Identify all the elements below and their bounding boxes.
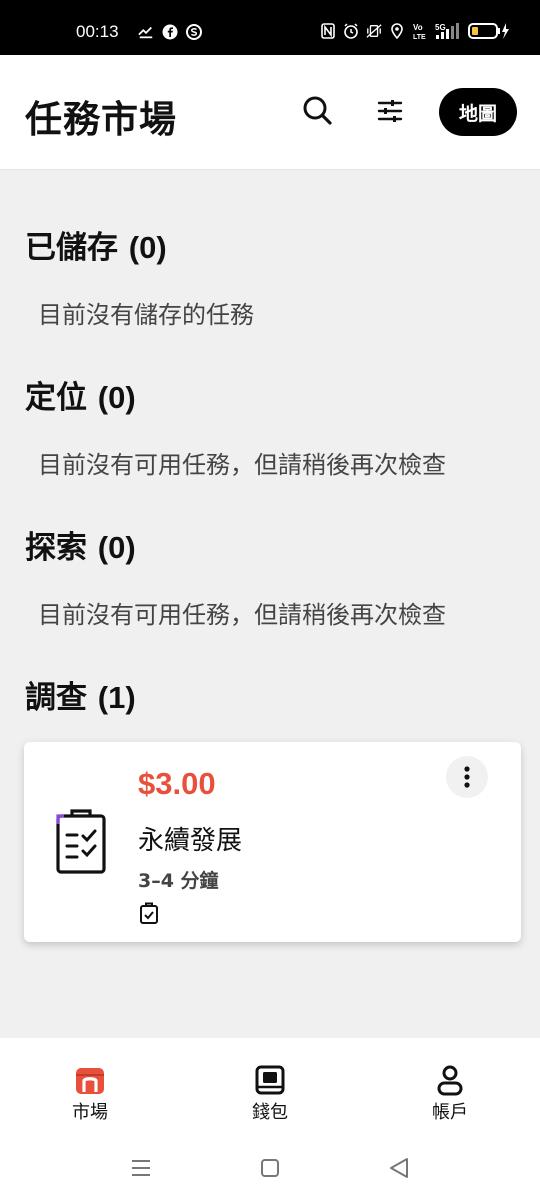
section-title-label: 探索 — [25, 530, 87, 566]
app-notification-icon — [186, 24, 202, 40]
section-title-location: 定位 (0) — [25, 372, 136, 417]
nav-item-market[interactable]: 市場 — [40, 1064, 140, 1124]
nav-item-wallet[interactable]: 錢包 — [220, 1064, 320, 1124]
survey-type-icon — [138, 902, 160, 924]
section-title-label: 已儲存 — [25, 230, 118, 266]
section-title-saved: 已儲存 (0) — [25, 222, 167, 267]
section-title-survey: 調查 (1) — [25, 672, 136, 717]
status-right-icons: Vo LTE 5G — [320, 23, 510, 40]
task-more-button[interactable] — [446, 756, 488, 798]
svg-text:Vo: Vo — [413, 23, 423, 32]
menu-lines-icon — [132, 1160, 150, 1176]
signal-5g-icon: 5G — [435, 23, 461, 39]
svg-text:LTE: LTE — [413, 34, 426, 40]
section-title-label: 調查 — [25, 680, 87, 716]
market-icon — [76, 1068, 104, 1094]
filter-button[interactable] — [372, 93, 408, 129]
filter-sliders-icon — [377, 100, 403, 122]
location-icon — [389, 23, 405, 39]
search-button[interactable] — [300, 93, 336, 129]
square-home-icon — [261, 1159, 279, 1177]
section-title-label: 定位 — [25, 380, 87, 416]
battery-icon — [468, 23, 510, 39]
nav-label-wallet: 錢包 — [252, 1102, 288, 1123]
section-count: (0) — [97, 530, 136, 565]
nav-label-account: 帳戶 — [432, 1102, 468, 1123]
account-icon — [437, 1065, 463, 1096]
missed-call-icon — [138, 24, 154, 40]
bottom-nav: 市場 錢包 帳戶 — [0, 1038, 540, 1138]
task-duration: 3–4 分鐘 — [138, 870, 219, 892]
facebook-icon — [162, 24, 178, 40]
home-button[interactable] — [258, 1156, 282, 1180]
wallet-icon — [255, 1065, 285, 1095]
system-nav-bar — [0, 1138, 540, 1200]
page-title: 任務市場 — [25, 98, 177, 141]
nav-item-account[interactable]: 帳戶 — [400, 1064, 500, 1124]
status-bar: 00:13 Vo LTE 5G — [0, 0, 540, 55]
triangle-back-icon — [390, 1158, 408, 1178]
empty-message-saved: 目前沒有儲存的任務 — [38, 301, 254, 329]
search-icon — [303, 96, 332, 125]
network-label: 5G — [435, 23, 446, 32]
task-name: 永續發展 — [138, 826, 243, 856]
survey-clipboard-icon — [54, 808, 110, 876]
volte-icon: Vo LTE — [412, 23, 428, 40]
status-left-icons — [138, 24, 202, 40]
vibrate-icon — [366, 23, 382, 39]
alarm-icon — [343, 23, 359, 39]
more-vertical-icon — [464, 766, 470, 788]
app-header: 任務市場 地圖 — [0, 55, 540, 170]
section-count: (1) — [97, 680, 136, 715]
task-card[interactable]: $3.00 永續發展 3–4 分鐘 — [24, 742, 521, 942]
empty-message-explore: 目前沒有可用任務，但請稍後再次檢查 — [38, 601, 446, 629]
map-button[interactable]: 地圖 — [439, 88, 517, 136]
empty-message-location: 目前沒有可用任務，但請稍後再次檢查 — [38, 451, 446, 479]
back-button[interactable] — [387, 1156, 411, 1180]
section-count: (0) — [128, 230, 167, 265]
section-count: (0) — [97, 380, 136, 415]
nav-label-market: 市場 — [72, 1102, 108, 1123]
status-time: 00:13 — [76, 22, 119, 41]
nfc-icon — [320, 23, 336, 39]
section-title-explore: 探索 (0) — [25, 522, 136, 567]
task-price: $3.00 — [138, 766, 216, 801]
recent-apps-button[interactable] — [129, 1156, 153, 1180]
